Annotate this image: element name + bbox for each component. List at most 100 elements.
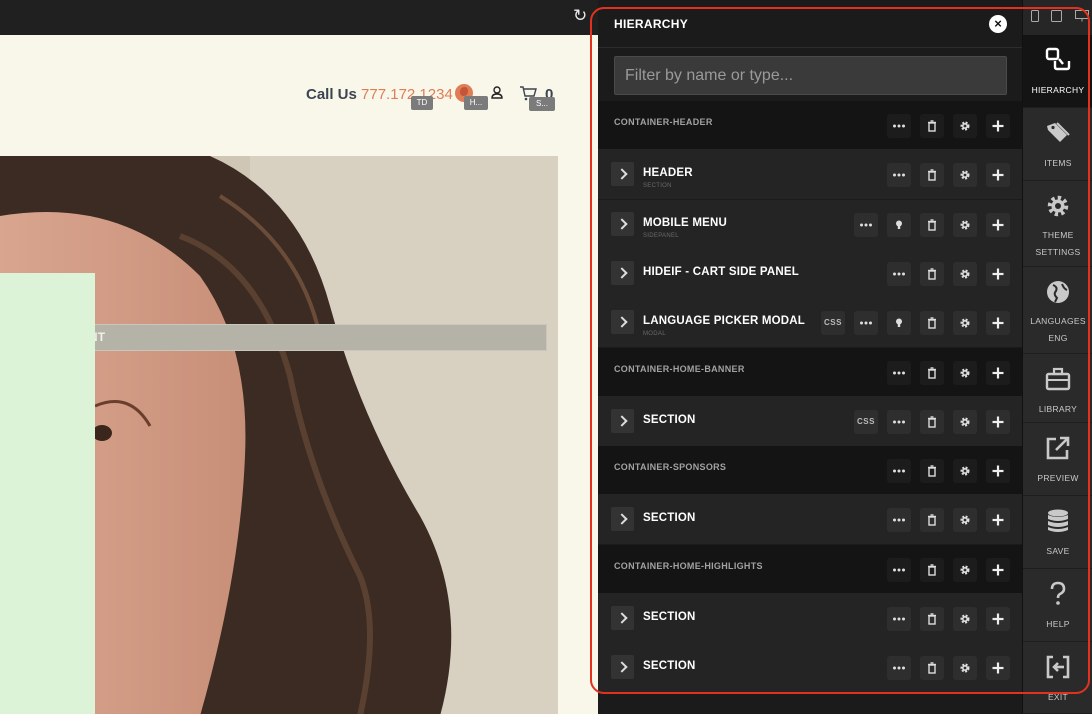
tool-library[interactable]: LIBRARY [1023,354,1092,423]
delete-button[interactable] [920,508,944,533]
element-row[interactable]: LANGUAGE PICKER MODAL MODAL CSS [598,298,1022,348]
toggle-button[interactable] [887,311,911,336]
settings-button[interactable] [953,409,977,434]
more-button[interactable] [887,114,911,138]
tool-exit[interactable]: EXIT [1023,642,1092,714]
refresh-icon[interactable]: ↻ [573,6,587,26]
add-button[interactable] [986,656,1010,681]
chevron-right-icon[interactable] [611,310,634,335]
element-row[interactable]: HEADER SECTION [598,150,1022,200]
tablet-icon[interactable] [1051,10,1062,22]
more-button[interactable] [887,557,911,582]
delete-button[interactable] [920,656,944,681]
delete-button[interactable] [920,409,944,434]
user-icon[interactable] [491,86,503,99]
element-row[interactable]: HIDEIF - CART SIDE PANEL [598,248,1022,298]
container-row[interactable]: CONTAINER-HOME-BANNER [598,347,1022,397]
settings-button[interactable] [953,163,977,188]
delete-button[interactable] [920,459,944,484]
add-button[interactable] [986,212,1010,237]
chevron-right-icon[interactable] [611,211,634,236]
css-button[interactable]: CSS [854,409,878,434]
settings-button[interactable] [953,261,977,286]
add-button[interactable] [986,409,1010,434]
more-button[interactable] [887,360,911,385]
element-name: MOBILE MENU [643,216,727,229]
chevron-right-icon[interactable] [611,655,634,680]
element-row[interactable]: SECTION CSS [598,396,1022,446]
add-button[interactable] [986,114,1010,138]
element-tag[interactable]: S... [529,97,555,111]
element-row[interactable]: SECTION [598,643,1022,693]
tool-languages[interactable]: LANGUAGES ENG [1023,267,1092,354]
more-button[interactable] [887,607,911,631]
chevron-right-icon[interactable] [611,507,634,532]
element-name: SECTION [643,660,696,673]
more-button[interactable] [854,212,878,237]
more-button[interactable] [887,656,911,681]
delete-button[interactable] [920,212,944,237]
tool-help[interactable]: HELP [1023,569,1092,642]
more-button[interactable] [887,163,911,188]
settings-button[interactable] [953,114,977,138]
device-switcher [1023,0,1092,35]
tool-preview[interactable]: PREVIEW [1023,423,1092,496]
desktop-icon[interactable] [1075,10,1089,22]
settings-button[interactable] [953,459,977,484]
settings-button[interactable] [953,508,977,533]
add-button[interactable] [986,557,1010,582]
settings-button[interactable] [953,656,977,681]
delete-button[interactable] [920,163,944,188]
phone-icon[interactable] [1031,10,1039,22]
tool-hierarchy[interactable]: HIERARCHY [1023,35,1092,108]
chevron-right-icon[interactable] [611,260,634,285]
delete-button[interactable] [920,311,944,336]
add-button[interactable] [986,607,1010,631]
element-tag[interactable]: TD [411,96,433,110]
delete-button[interactable] [920,607,944,631]
more-button[interactable] [854,311,878,336]
container-row[interactable]: CONTAINER-SPONSORS [598,446,1022,496]
container-row[interactable]: CONTAINER-HOME-HIGHLIGHTS [598,544,1022,594]
element-tag[interactable]: H... [464,96,488,110]
chevron-right-icon[interactable] [611,408,634,433]
add-button[interactable] [986,261,1010,286]
delete-button[interactable] [920,360,944,385]
filter-input[interactable] [614,56,1007,95]
more-button[interactable] [887,459,911,484]
delete-button[interactable] [920,557,944,582]
add-button[interactable] [986,459,1010,484]
settings-button[interactable] [953,311,977,336]
chevron-right-icon[interactable] [611,606,634,630]
chevron-right-icon[interactable] [611,162,634,187]
delete-button[interactable] [920,114,944,138]
tool-label: ITEMS [1044,158,1072,168]
add-button[interactable] [986,360,1010,385]
element-row[interactable]: SECTION [598,495,1022,545]
settings-button[interactable] [953,360,977,385]
more-button[interactable] [887,261,911,286]
more-button[interactable] [887,508,911,533]
add-button[interactable] [986,163,1010,188]
container-row[interactable]: CONTAINER-HEADER [598,101,1022,150]
tool-items[interactable]: ITEMS [1023,108,1092,181]
element-name: SECTION [643,611,696,623]
container-name: CONTAINER-HOME-HIGHLIGHTS [614,560,763,571]
settings-button[interactable] [953,557,977,582]
settings-button[interactable] [953,212,977,237]
css-button[interactable]: CSS [821,311,845,336]
phone-link[interactable]: 777.172.1234 [361,86,453,103]
add-button[interactable] [986,311,1010,336]
element-row[interactable]: MOBILE MENU SIDEPANEL [598,199,1022,249]
content-box [0,273,95,714]
delete-button[interactable] [920,261,944,286]
settings-button[interactable] [953,607,977,631]
element-row[interactable]: SECTION [598,594,1022,643]
tool-save[interactable]: SAVE [1023,496,1092,569]
close-icon[interactable]: × [989,15,1007,33]
add-button[interactable] [986,508,1010,533]
tool-theme[interactable]: THEME SETTINGS [1023,181,1092,267]
tool-label: SAVE [1046,546,1070,556]
more-button[interactable] [887,409,911,434]
toggle-button[interactable] [887,212,911,237]
